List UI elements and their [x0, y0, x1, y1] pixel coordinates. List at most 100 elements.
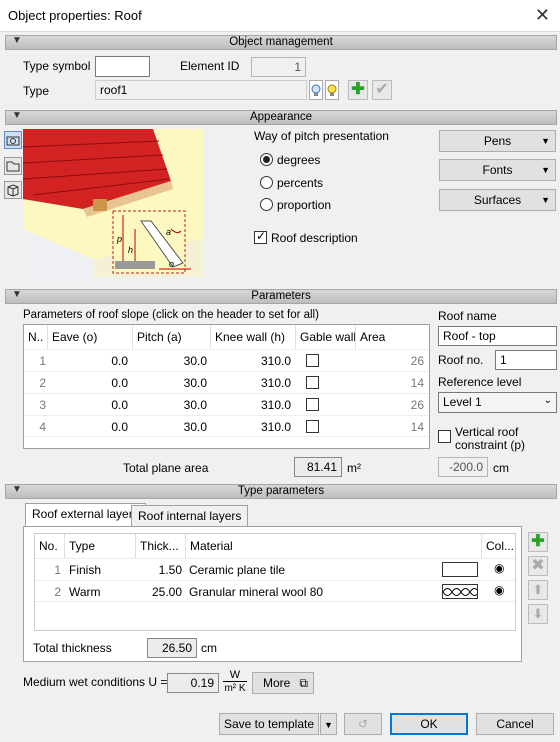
surfaces-button[interactable]: Surfaces ▼ — [439, 189, 556, 211]
pitch-cell[interactable]: 30.0 — [133, 420, 207, 434]
element-id-label: Element ID — [180, 59, 240, 73]
folder-view-icon[interactable] — [4, 157, 22, 175]
layers-table[interactable]: No. Type Thick... Material Col... 1 Fini… — [34, 533, 516, 631]
table-row[interactable]: 1 0.0 30.0 310.0 26 — [24, 349, 429, 371]
title-bar: Object properties: Roof ✕ — [0, 0, 560, 32]
col-header-no[interactable]: No. — [35, 534, 65, 558]
u-unit-denominator: m² K — [224, 683, 246, 694]
row-number: 1 — [39, 354, 46, 368]
pens-button[interactable]: Pens ▼ — [439, 130, 556, 152]
gable-checkbox[interactable] — [306, 354, 319, 367]
bulb-blue-icon[interactable] — [309, 80, 323, 100]
table-row[interactable]: 2 0.0 30.0 310.0 14 — [24, 371, 429, 393]
roof-name-input[interactable]: Roof - top — [438, 326, 557, 346]
layer-type[interactable]: Finish — [69, 563, 101, 577]
cube-view-icon[interactable] — [4, 181, 22, 199]
diagram-label-o: o — [169, 259, 174, 269]
add-type-button[interactable]: ✚ — [348, 80, 368, 100]
plus-icon: ✚ — [351, 81, 365, 98]
col-header-pitch[interactable]: Pitch (a) — [133, 325, 211, 349]
col-header-color[interactable]: Col... — [482, 534, 515, 558]
knee-cell[interactable]: 310.0 — [211, 398, 291, 412]
tab-roof-internal-layers[interactable]: Roof internal layers — [131, 505, 249, 527]
section-appearance[interactable]: ▼ Appearance — [5, 110, 557, 125]
eave-cell[interactable]: 0.0 — [48, 398, 128, 412]
radio-degrees[interactable]: degrees — [260, 153, 380, 169]
radio-percents-circle[interactable] — [260, 176, 273, 189]
table-row[interactable]: 4 0.0 30.0 310.0 14 — [24, 415, 429, 437]
move-up-button[interactable]: ⬆ — [528, 580, 548, 600]
layer-thickness[interactable]: 1.50 — [136, 563, 182, 577]
table-row[interactable]: 3 0.0 30.0 310.0 26 — [24, 393, 429, 415]
knee-cell[interactable]: 310.0 — [211, 376, 291, 390]
color-picker-icon[interactable]: ◉ — [494, 583, 504, 597]
table-row[interactable]: 1 Finish 1.50 Ceramic plane tile ◉ — [35, 558, 515, 580]
col-header-type[interactable]: Type — [65, 534, 136, 558]
save-template-dropdown[interactable]: ▼ — [320, 713, 337, 735]
section-parameters[interactable]: ▼ Parameters — [5, 289, 557, 304]
gable-checkbox[interactable] — [306, 376, 319, 389]
close-icon[interactable]: ✕ — [535, 5, 550, 26]
table-row[interactable]: 2 Warm 25.00 Granular mineral wool 80 ◉ — [35, 580, 515, 602]
undo-button[interactable]: ↺ — [344, 713, 382, 735]
delete-icon: ✖ — [531, 557, 545, 574]
ref-level-select[interactable]: Level 1 ⌄ — [438, 392, 557, 413]
pitch-cell[interactable]: 30.0 — [133, 354, 207, 368]
pitch-cell[interactable]: 30.0 — [133, 398, 207, 412]
camera-view-icon[interactable] — [4, 131, 22, 149]
fonts-button[interactable]: Fonts ▼ — [439, 159, 556, 181]
col-header-gable[interactable]: Gable wall — [296, 325, 356, 349]
section-object-management[interactable]: ▼ Object management — [5, 35, 557, 50]
knee-cell[interactable]: 310.0 — [211, 354, 291, 368]
radio-proportion-circle[interactable] — [260, 198, 273, 211]
col-header-knee[interactable]: Knee wall (h) — [211, 325, 296, 349]
slope-table[interactable]: N.. Eave (o) Pitch (a) Knee wall (h) Gab… — [23, 324, 430, 449]
eave-cell[interactable]: 0.0 — [48, 376, 128, 390]
more-button[interactable]: More ⧉ — [252, 672, 314, 694]
plus-icon: ✚ — [531, 533, 545, 550]
row-number: 2 — [39, 376, 46, 390]
layer-material[interactable]: Granular mineral wool 80 — [189, 585, 323, 599]
add-layer-button[interactable]: ✚ — [528, 532, 548, 552]
radio-proportion-label: proportion — [277, 198, 332, 212]
type-field[interactable]: roof1 — [95, 80, 307, 100]
confirm-type-button[interactable]: ✔ — [372, 80, 392, 100]
layer-thickness[interactable]: 25.00 — [136, 585, 182, 599]
vertical-constraint-checkbox[interactable] — [438, 430, 451, 443]
layer-type[interactable]: Warm — [69, 585, 101, 599]
delete-layer-button[interactable]: ✖ — [528, 556, 548, 576]
radio-proportion[interactable]: proportion — [260, 198, 380, 214]
knee-cell[interactable]: 310.0 — [211, 420, 291, 434]
total-area-field: 81.41 — [294, 457, 342, 477]
area-cell: 26 — [410, 398, 424, 412]
pitch-cell[interactable]: 30.0 — [133, 376, 207, 390]
layer-material[interactable]: Ceramic plane tile — [189, 563, 285, 577]
layer-hatch-swatch[interactable] — [442, 562, 478, 577]
roof-description-box[interactable] — [254, 229, 267, 244]
type-symbol-input[interactable] — [95, 56, 150, 77]
layer-hatch-swatch[interactable] — [442, 584, 478, 599]
gable-checkbox[interactable] — [306, 398, 319, 411]
col-header-thick[interactable]: Thick... — [136, 534, 186, 558]
tab-roof-external-layers[interactable]: Roof external layers — [25, 503, 146, 527]
cancel-button[interactable]: Cancel — [476, 713, 554, 735]
roof-no-input[interactable]: 1 — [495, 350, 557, 370]
vertical-constraint-label-1: Vertical roof — [455, 425, 519, 439]
gable-checkbox[interactable] — [306, 420, 319, 433]
open-window-icon: ⧉ — [299, 676, 308, 690]
col-header-eave[interactable]: Eave (o) — [48, 325, 133, 349]
eave-cell[interactable]: 0.0 — [48, 354, 128, 368]
move-down-button[interactable]: ⬇ — [528, 604, 548, 624]
bulb-yellow-icon[interactable] — [325, 80, 339, 100]
col-header-area[interactable]: Area — [356, 325, 428, 349]
roof-description-checkbox[interactable]: Roof description — [254, 229, 374, 247]
ok-button[interactable]: OK — [390, 713, 468, 735]
save-to-template-button[interactable]: Save to template — [219, 713, 319, 735]
radio-degrees-circle[interactable] — [260, 153, 273, 166]
col-header-n[interactable]: N.. — [24, 325, 48, 349]
eave-cell[interactable]: 0.0 — [48, 420, 128, 434]
color-picker-icon[interactable]: ◉ — [494, 561, 504, 575]
col-header-material[interactable]: Material — [186, 534, 482, 558]
radio-percents[interactable]: percents — [260, 176, 380, 192]
section-type-parameters[interactable]: ▼ Type parameters — [5, 484, 557, 499]
